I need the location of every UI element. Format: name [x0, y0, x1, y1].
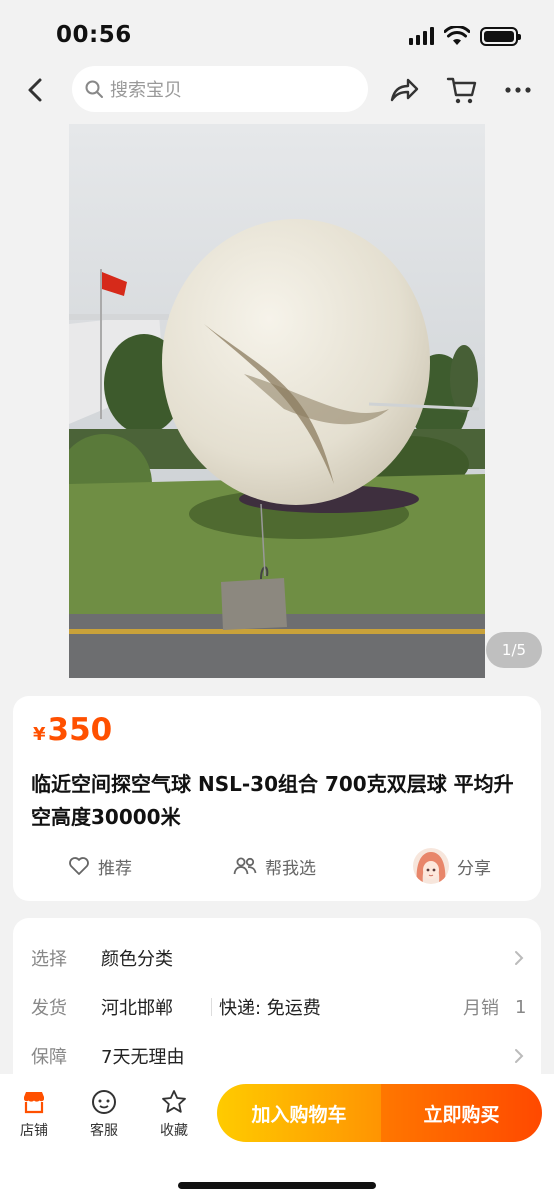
search-icon	[85, 80, 103, 98]
help-choose-button[interactable]: 帮我选	[233, 846, 316, 886]
heart-icon	[69, 857, 89, 875]
favorite-label: 收藏	[160, 1123, 188, 1139]
select-label: 选择	[31, 949, 67, 970]
people-icon	[233, 857, 257, 875]
guarantee-label: 保障	[31, 1047, 67, 1068]
wifi-icon	[444, 26, 470, 45]
avatar	[413, 848, 449, 884]
battery-icon	[480, 26, 521, 46]
ship-label: 发货	[31, 998, 67, 1019]
help-choose-label: 帮我选	[265, 858, 316, 879]
search-input[interactable]: 搜索宝贝	[72, 66, 368, 112]
monthly-sales-label: 月销	[463, 998, 499, 1019]
add-to-cart-button[interactable]: 加入购物车	[217, 1084, 381, 1142]
monthly-sales-count: 1	[515, 996, 527, 1018]
price-value: 350	[47, 712, 113, 748]
service-button[interactable]: 客服	[76, 1088, 132, 1140]
home-indicator	[178, 1182, 376, 1189]
price-card: ¥ 350 临近空间探空气球 NSL-30组合 700克双层球 平均升空高度30…	[13, 696, 541, 901]
search-placeholder: 搜索宝贝	[110, 80, 182, 101]
signal-icon	[409, 27, 434, 45]
product-title: 临近空间探空气球 NSL-30组合 700克双层球 平均升空高度30000米	[31, 772, 514, 829]
ship-from: 河北邯郸	[101, 998, 173, 1019]
service-icon	[92, 1090, 116, 1114]
back-icon[interactable]	[20, 74, 52, 106]
status-bar: 00:56	[0, 0, 554, 70]
select-row[interactable]: 选择 颜色分类	[13, 938, 541, 978]
shop-label: 店铺	[20, 1123, 48, 1139]
shop-icon	[24, 1092, 44, 1114]
image-counter: 1/5	[486, 632, 542, 668]
select-value: 颜色分类	[101, 949, 173, 970]
chevron-right-icon	[515, 1049, 524, 1063]
product-image[interactable]	[69, 124, 485, 678]
express-fee: 快递: 免运费	[219, 998, 321, 1019]
guarantee-value: 7天无理由	[101, 1047, 185, 1068]
share-icon[interactable]	[388, 74, 420, 106]
action-row: 推荐 帮我选 分享	[13, 846, 541, 886]
cart-icon[interactable]	[446, 74, 478, 106]
shop-button[interactable]: 店铺	[6, 1088, 62, 1140]
service-label: 客服	[90, 1123, 118, 1139]
more-icon[interactable]	[502, 74, 534, 106]
shipping-row[interactable]: 发货 河北邯郸 快递: 免运费 月销 1	[13, 987, 541, 1027]
status-time: 00:56	[56, 22, 132, 48]
price-row: ¥ 350	[33, 712, 112, 748]
divider	[211, 998, 212, 1016]
favorite-button[interactable]: 收藏	[146, 1088, 202, 1140]
balloon-photo	[69, 124, 485, 678]
buy-now-button[interactable]: 立即购买	[381, 1084, 542, 1142]
info-card: 选择 颜色分类 发货 河北邯郸 快递: 免运费 月销 1 保障 7天无理由	[13, 918, 541, 1098]
currency-symbol: ¥	[33, 724, 46, 745]
status-icons	[409, 26, 521, 46]
chevron-right-icon	[515, 951, 524, 965]
guarantee-row[interactable]: 保障 7天无理由	[13, 1036, 541, 1076]
top-nav: 搜索宝贝	[0, 64, 554, 114]
recommend-button[interactable]: 推荐	[68, 846, 132, 886]
recommend-label: 推荐	[98, 858, 132, 879]
share-label: 分享	[457, 858, 491, 879]
share-button[interactable]: 分享	[413, 846, 491, 886]
star-icon	[162, 1090, 186, 1113]
